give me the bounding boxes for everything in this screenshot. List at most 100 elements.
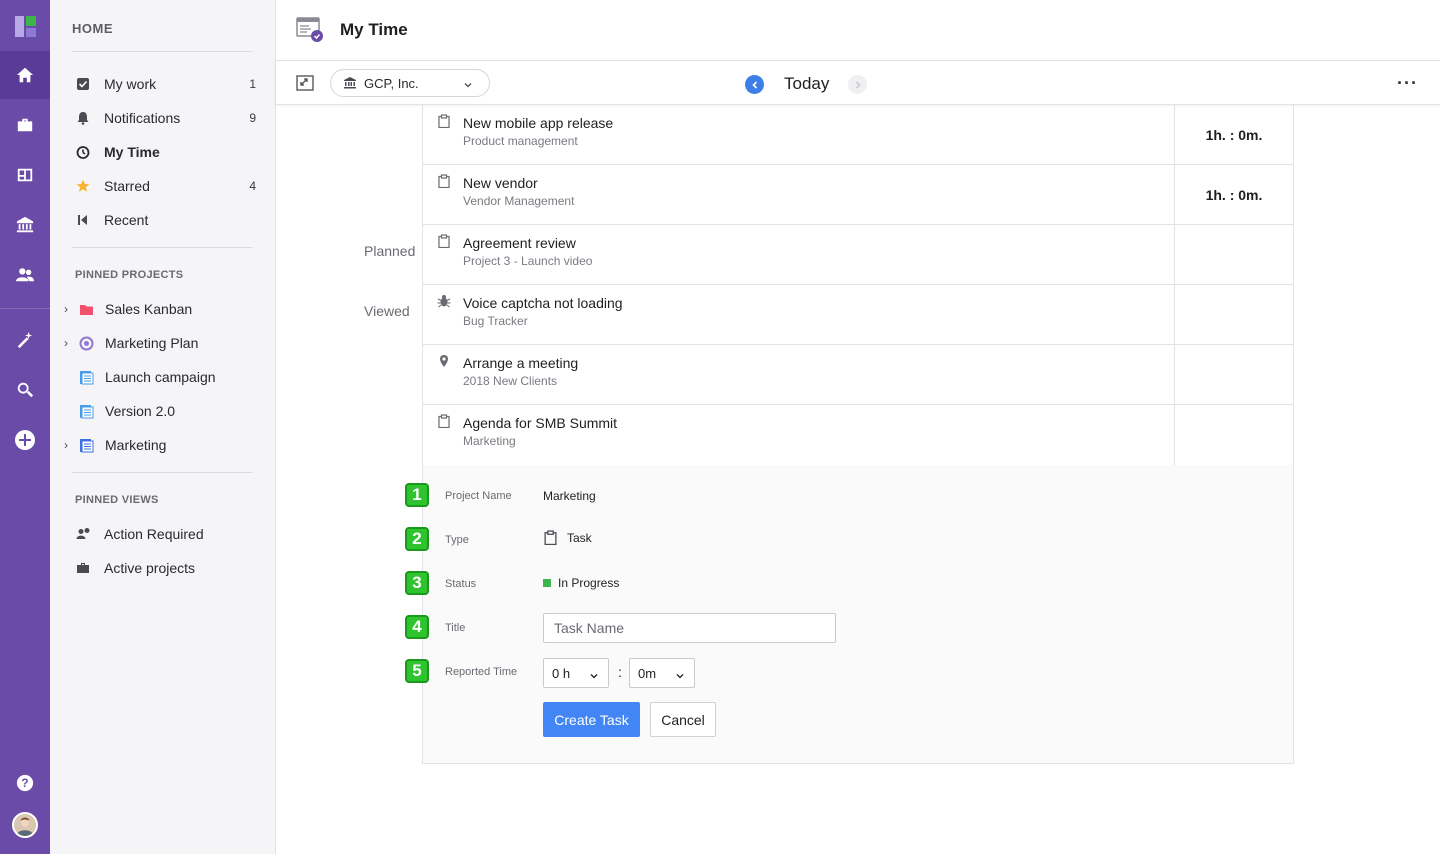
checkbox-icon <box>75 76 91 92</box>
minutes-select[interactable]: 0m <box>629 658 695 688</box>
status-value[interactable]: In Progress <box>543 576 619 590</box>
list-item[interactable]: Agenda for SMB Summit Marketing <box>423 405 1293 465</box>
time-separator: : <box>618 664 622 680</box>
clipboard-icon <box>543 530 558 545</box>
document-list-icon <box>78 369 94 385</box>
main-content: New mobile app release Product managemen… <box>276 104 1440 854</box>
my-time-app-icon <box>296 17 324 43</box>
chevron-right-icon[interactable]: › <box>64 438 74 452</box>
sidebar-item-starred[interactable]: Starred 4 <box>72 171 258 201</box>
chevron-left-icon <box>751 80 757 89</box>
home-section-label: HOME <box>72 21 113 36</box>
toolbar: GCP, Inc. Today ··· <box>276 61 1440 105</box>
type-label: Type <box>445 534 469 546</box>
pinned-project-marketing-plan[interactable]: › Marketing Plan <box>64 328 260 358</box>
reported-time[interactable] <box>1175 285 1293 344</box>
planned-group-label: Planned <box>364 243 416 259</box>
clipboard-icon <box>437 414 451 429</box>
rail-help-icon[interactable]: ? <box>0 759 50 807</box>
my-work-count: 1 <box>249 77 256 91</box>
sidebar-item-my-time[interactable]: My Time <box>72 137 258 167</box>
hours-select[interactable]: 0 h <box>543 658 609 688</box>
step-badge-1: 1 <box>405 483 429 507</box>
previous-day-button[interactable] <box>745 75 764 94</box>
step-badge-3: 3 <box>405 571 429 595</box>
pinned-projects-label: PINNED PROJECTS <box>75 269 184 281</box>
target-icon <box>78 335 94 351</box>
rail-people-icon[interactable] <box>0 251 50 299</box>
app-logo-icon[interactable] <box>15 16 36 37</box>
reported-time[interactable] <box>1175 225 1293 284</box>
date-label: Today <box>784 74 830 93</box>
star-icon <box>75 178 91 194</box>
task-list: Agreement review Project 3 - Launch vide… <box>422 224 1294 465</box>
rail-bank-icon[interactable] <box>0 201 50 249</box>
step-badge-4: 4 <box>405 615 429 639</box>
document-list-icon <box>78 437 94 453</box>
list-item[interactable]: Agreement review Project 3 - Launch vide… <box>423 225 1293 285</box>
step-badge-2: 2 <box>405 527 429 551</box>
rail-briefcase-icon[interactable] <box>0 101 50 149</box>
reported-time-label: Reported Time <box>445 666 518 678</box>
step-badge-5: 5 <box>405 659 429 683</box>
task-title-input[interactable] <box>543 613 836 643</box>
skip-back-icon <box>75 212 91 228</box>
organization-select[interactable]: GCP, Inc. <box>330 69 490 97</box>
app-rail: ? <box>0 0 50 854</box>
pinned-project-version-2[interactable]: Version 2.0 <box>64 396 260 426</box>
page-header: My Time <box>276 0 1440 61</box>
chevron-right-icon[interactable]: › <box>64 302 74 316</box>
sidebar-item-my-work[interactable]: My work 1 <box>72 69 258 99</box>
document-list-icon <box>78 403 94 419</box>
pinned-views-label: PINNED VIEWS <box>75 494 159 506</box>
tracked-list: New mobile app release Product managemen… <box>422 104 1294 226</box>
starred-count: 4 <box>249 179 256 193</box>
user-alert-icon <box>75 526 91 542</box>
list-item[interactable]: Voice captcha not loading Bug Tracker <box>423 285 1293 345</box>
reported-time[interactable] <box>1175 345 1293 404</box>
chevron-right-icon[interactable]: › <box>64 336 74 350</box>
chevron-down-icon <box>589 669 599 679</box>
reported-time[interactable]: 1h. : 0m. <box>1175 105 1293 164</box>
next-day-button[interactable] <box>848 75 867 94</box>
pinned-project-launch-campaign[interactable]: Launch campaign <box>64 362 260 392</box>
list-item[interactable]: New vendor Vendor Management 1h. : 0m. <box>423 165 1293 225</box>
page-title: My Time <box>340 20 408 39</box>
bell-icon <box>75 110 91 126</box>
rail-home-icon[interactable] <box>0 51 50 99</box>
project-name-label: Project Name <box>445 490 512 502</box>
status-color-dot <box>543 579 551 587</box>
pinned-view-action-required[interactable]: Action Required <box>72 519 258 549</box>
rail-magic-wand-icon[interactable] <box>0 316 50 364</box>
pin-icon <box>437 354 451 368</box>
expand-icon[interactable] <box>296 74 314 92</box>
sidebar-item-notifications[interactable]: Notifications 9 <box>72 103 258 133</box>
reported-time[interactable] <box>1175 405 1293 465</box>
cancel-button[interactable]: Cancel <box>650 702 716 737</box>
rail-add-icon[interactable] <box>0 416 50 464</box>
user-avatar[interactable] <box>12 812 38 838</box>
create-task-button[interactable]: Create Task <box>543 702 640 737</box>
rail-search-icon[interactable] <box>0 366 50 414</box>
briefcase-icon <box>75 560 91 576</box>
list-item[interactable]: New mobile app release Product managemen… <box>423 105 1293 165</box>
sidebar: HOME My work 1 Notifications 9 My Time S… <box>50 0 276 854</box>
title-label: Title <box>445 622 466 634</box>
timer-icon <box>75 144 91 160</box>
chevron-right-icon <box>855 80 861 89</box>
folder-icon <box>78 301 94 317</box>
project-name-value: Marketing <box>543 489 596 503</box>
more-options-button[interactable]: ··· <box>1397 73 1418 94</box>
bug-icon <box>437 294 451 308</box>
pinned-view-active-projects[interactable]: Active projects <box>72 553 258 583</box>
sidebar-item-recent[interactable]: Recent <box>72 205 258 235</box>
clipboard-icon <box>437 114 451 129</box>
viewed-group-label: Viewed <box>364 303 410 319</box>
pinned-project-marketing[interactable]: › Marketing <box>64 430 260 460</box>
clipboard-icon <box>437 234 451 249</box>
notifications-count: 9 <box>249 111 256 125</box>
reported-time[interactable]: 1h. : 0m. <box>1175 165 1293 225</box>
rail-boards-icon[interactable] <box>0 151 50 199</box>
pinned-project-sales-kanban[interactable]: › Sales Kanban <box>64 294 260 324</box>
list-item[interactable]: Arrange a meeting 2018 New Clients <box>423 345 1293 405</box>
